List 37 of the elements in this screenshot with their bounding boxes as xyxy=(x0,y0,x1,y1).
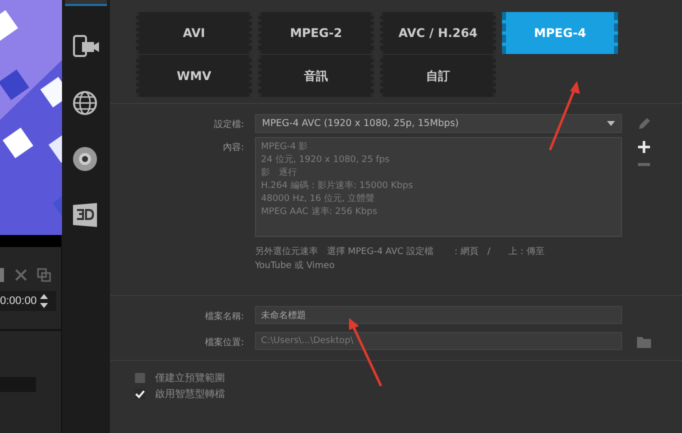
globe-icon[interactable] xyxy=(72,90,100,116)
format-tab[interactable]: AVI xyxy=(136,12,252,54)
timecode: 0:00:00 xyxy=(0,295,37,307)
format-tab[interactable]: MPEG-2 xyxy=(258,12,374,54)
details-line: 影 逐行 xyxy=(261,167,298,180)
field-label: 內容: xyxy=(222,142,244,154)
phone-camera-icon[interactable] xyxy=(72,34,100,60)
field-label: 檔案位置: xyxy=(204,336,244,349)
format-tab[interactable]: 音訊 xyxy=(258,55,374,97)
format-tab[interactable]: 自訂 xyxy=(380,55,496,97)
checkbox[interactable] xyxy=(135,389,145,399)
letterbox-bar xyxy=(0,235,61,247)
toolbar-icon xyxy=(0,268,5,282)
profile-dropdown[interactable]: MPEG-4 AVC (1920 x 1080, 25p, 15Mbps) xyxy=(255,114,622,133)
note-text: YouTube 或 Vimeo xyxy=(255,260,336,273)
format-tab[interactable]: AVC / H.264 xyxy=(380,12,496,54)
copy-icon xyxy=(37,268,51,282)
details-line: MPEG-4 影 xyxy=(261,141,309,154)
file-name-field[interactable]: 未命名標題 xyxy=(255,306,622,324)
checkbox[interactable] xyxy=(135,373,145,383)
details-line: 24 位元, 1920 x 1080, 25 fps xyxy=(261,154,390,167)
option-label: 啟用智慧型轉檔 xyxy=(155,388,225,401)
field-label: 設定檔: xyxy=(212,118,244,131)
close-icon xyxy=(15,269,27,281)
spinner-icon xyxy=(40,294,48,308)
field-label: 檔案名稱: xyxy=(204,310,244,323)
format-tab[interactable]: WMV xyxy=(136,55,252,97)
checkmark-icon xyxy=(135,390,145,398)
details-line: H.264 編碼：影片速率: 15000 Kbps xyxy=(261,180,414,193)
details-line: MPEG AAC 速率: 256 Kbps xyxy=(261,206,378,219)
option-label: 僅建立預覽範圍 xyxy=(155,372,225,385)
disc-icon[interactable] xyxy=(72,146,100,172)
3d-icon[interactable] xyxy=(72,202,100,228)
details-line: 48000 Hz, 16 位元, 立體聲 xyxy=(261,193,376,206)
dropdown-arrow-icon xyxy=(607,121,615,126)
plus-icon[interactable] xyxy=(638,141,650,153)
note-text: 另外選位元速率 選擇 MPEG-4 AVC 設定檔 ：網頁 / 上：傳至 xyxy=(255,246,546,259)
